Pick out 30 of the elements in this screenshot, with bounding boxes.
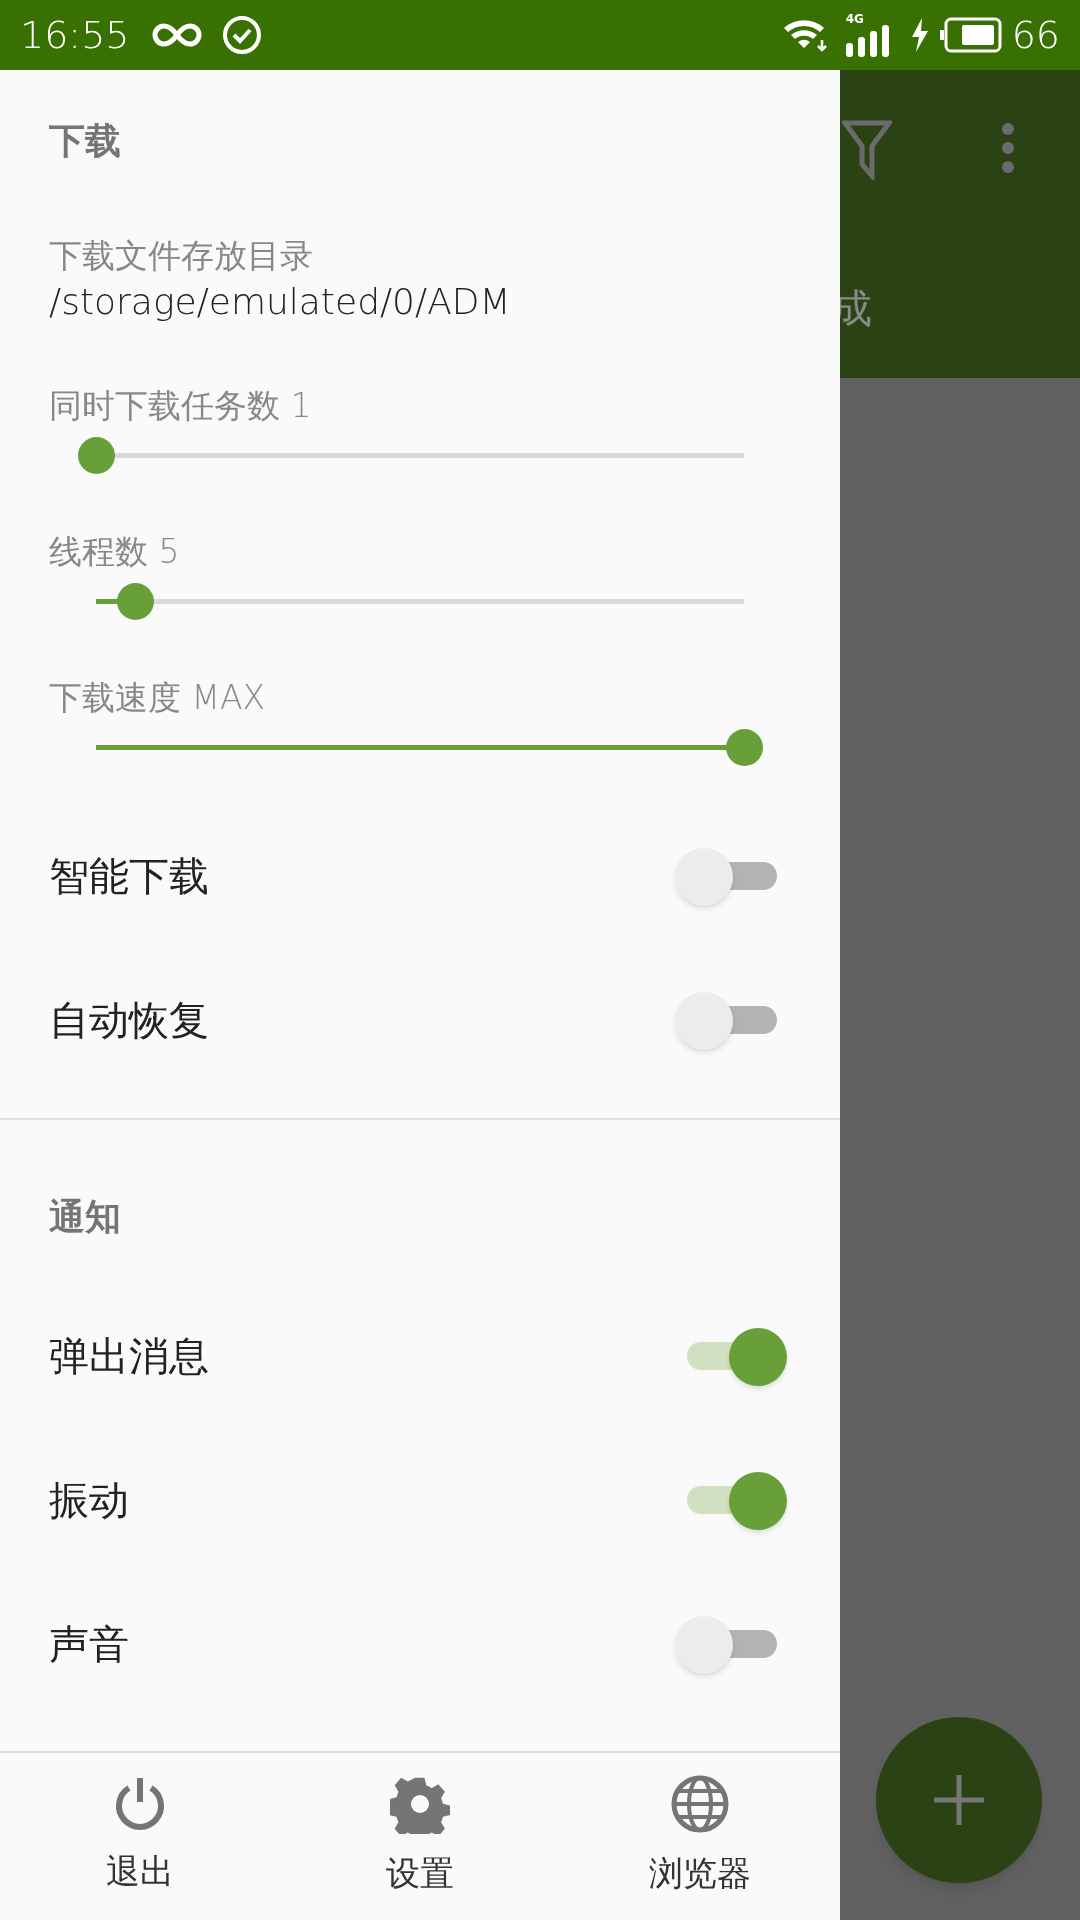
setting-label: 声音	[49, 1620, 129, 1669]
infinity-icon	[151, 22, 202, 48]
setting-label: 同时下载任务数 1	[49, 385, 313, 427]
setting-label: 下载速度 MAX	[49, 677, 267, 719]
power-icon	[114, 1776, 166, 1832]
plus-icon	[934, 1775, 984, 1825]
globe-icon	[670, 1774, 730, 1834]
setting-label: 振动	[49, 1476, 129, 1525]
bottom-nav-button[interactable]: 浏览器	[600, 1774, 800, 1899]
section-header: 下载	[48, 119, 122, 163]
slider-thumb[interactable]	[726, 729, 763, 766]
slider-thumb[interactable]	[78, 437, 115, 474]
bottom-nav-button[interactable]: 设置	[320, 1774, 520, 1899]
setting-value[interactable]: /storage/emulated/0/ADM	[49, 278, 791, 326]
bottom-nav-button[interactable]: 退出	[40, 1776, 240, 1897]
signal-icon	[843, 25, 892, 57]
setting-label: 自动恢复	[49, 996, 209, 1045]
battery-level: 66	[1011, 11, 1060, 59]
charging-icon	[909, 18, 930, 52]
battery-icon	[939, 17, 1002, 53]
network-type: 4G	[845, 13, 864, 25]
filter-icon[interactable]	[842, 120, 892, 180]
section-header: 通知	[48, 1195, 122, 1239]
setting-label: 线程数 5	[49, 531, 181, 573]
status-time: 16:55	[20, 11, 130, 59]
setting-label: 下载文件存放目录	[49, 235, 314, 277]
setting-label: 弹出消息	[49, 1332, 209, 1381]
check-circle-icon	[221, 15, 262, 55]
slider-thumb[interactable]	[116, 583, 154, 620]
setting-label: 智能下载	[49, 852, 209, 901]
